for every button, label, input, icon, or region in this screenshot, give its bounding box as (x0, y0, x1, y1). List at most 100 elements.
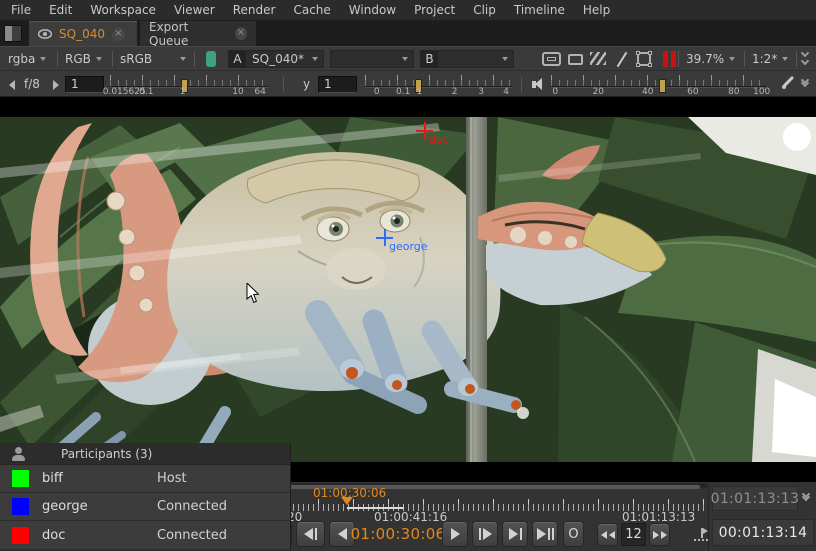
proxy-dropdown[interactable]: 1:2* (752, 47, 788, 71)
tick-label: 20 (593, 87, 604, 97)
fps-decrease-button[interactable] (597, 523, 618, 546)
menu-bar: File Edit Workspace Viewer Render Cache … (0, 0, 816, 21)
loop-mode-button[interactable]: O (563, 521, 584, 547)
divider (678, 51, 679, 67)
menu-item-project[interactable]: Project (405, 3, 464, 17)
mouse-cursor-icon (246, 283, 260, 304)
display-value: RGB (65, 52, 91, 66)
format-overlay-icon[interactable] (568, 52, 583, 65)
participant-name: george (42, 499, 157, 514)
pause-playback-icon[interactable] (663, 51, 676, 67)
menu-item-timeline[interactable]: Timeline (505, 3, 574, 17)
color-sampler-icon[interactable] (781, 76, 795, 90)
channels-dropdown[interactable]: rgba (8, 47, 46, 71)
menu-item-render[interactable]: Render (224, 3, 285, 17)
close-icon[interactable]: × (235, 27, 247, 40)
participant-row[interactable]: doc Connected (0, 521, 290, 550)
display-dropdown[interactable]: RGB (65, 47, 102, 71)
play-button[interactable] (442, 521, 468, 547)
tag-icon[interactable] (206, 51, 216, 67)
fps-value[interactable]: 12 (621, 523, 646, 546)
close-icon[interactable]: × (112, 28, 125, 41)
roi-icon[interactable] (637, 52, 651, 66)
tab-bar: SQ_040 × Export Queue × (0, 21, 816, 46)
menu-item-clip[interactable]: Clip (464, 3, 505, 17)
go-to-end-button[interactable] (532, 521, 558, 547)
fps-increase-button[interactable] (649, 523, 670, 546)
more-tools-chevron-icon[interactable] (802, 53, 808, 64)
tab-sq-040[interactable]: SQ_040 × (29, 21, 137, 46)
range-end-timecode: 01:01:13:13 (712, 486, 798, 511)
participant-row[interactable]: george Connected (0, 493, 290, 521)
tick-label: 100 (753, 87, 770, 97)
menu-item-window[interactable]: Window (340, 3, 405, 17)
tick-label: 64 (254, 87, 265, 97)
gamma-slider[interactable]: 0 0.1 1 2 3 4 (365, 75, 512, 96)
menu-item-help[interactable]: Help (574, 3, 619, 17)
divider (57, 51, 58, 67)
tab-label: Export Queue (149, 20, 228, 48)
tick-label: 0.1 (396, 87, 410, 97)
chevron-down-icon (729, 57, 735, 61)
input-b-selector[interactable]: B (420, 50, 514, 68)
current-timecode-field[interactable]: 01:00:30:06 (358, 521, 438, 547)
tab-export-queue[interactable]: Export Queue × (140, 21, 256, 46)
menu-item-edit[interactable]: Edit (40, 3, 81, 17)
gamma-input[interactable]: 1 (318, 76, 357, 93)
safe-area-icon[interactable] (542, 52, 561, 66)
menu-item-workspace[interactable]: Workspace (81, 3, 165, 17)
gain-decrease-icon[interactable] (9, 80, 15, 90)
person-icon (10, 447, 28, 461)
input-b-letter: B (421, 51, 438, 67)
viewer-canvas[interactable]: doc george (0, 97, 816, 482)
step-forward-button[interactable] (472, 521, 498, 547)
annotation-pen-icon[interactable] (615, 52, 629, 67)
colorspace-dropdown[interactable]: sRGB (120, 47, 186, 71)
tab-label: SQ_040 (59, 27, 105, 41)
participant-status: Connected (157, 499, 227, 514)
pane-menu-icon[interactable] (4, 25, 22, 42)
gain-slider[interactable]: 0.015625 0.1 1 10 64 (110, 75, 268, 96)
chevron-down-icon (96, 57, 102, 61)
tick-label: 1 (417, 87, 423, 97)
remote-cursor-doc: doc (416, 122, 433, 139)
layer-dropdown[interactable] (330, 50, 414, 68)
more-tools-chevron-icon[interactable] (802, 80, 808, 86)
gamma-slider-track (365, 86, 512, 88)
zoom-value: 39.7% (686, 52, 724, 66)
wipe-compare-icon[interactable] (590, 52, 606, 65)
tick-label: 2 (452, 87, 458, 97)
fstop-label: f/8 (24, 77, 40, 91)
menu-item-viewer[interactable]: Viewer (165, 3, 224, 17)
divider (521, 77, 522, 92)
volume-slider-handle[interactable] (659, 79, 666, 93)
participant-color-swatch (12, 498, 29, 515)
menu-item-file[interactable]: File (2, 3, 40, 17)
divider (796, 51, 797, 67)
gain-input[interactable]: 1 (65, 76, 104, 93)
zoom-dropdown[interactable]: 39.7% (686, 47, 735, 71)
colorspace-value: sRGB (120, 52, 152, 66)
menu-item-cache[interactable]: Cache (284, 3, 339, 17)
volume-slider[interactable]: 0 20 40 60 80 100 (551, 75, 766, 96)
viewer-toolbar: rgba RGB sRGB A SQ_040* B (0, 46, 816, 70)
chevron-down-icon (40, 57, 46, 61)
previous-frame-button[interactable] (296, 521, 325, 547)
cached-range-bar (347, 507, 404, 509)
participant-row[interactable]: biff Host (0, 465, 290, 493)
input-a-selector[interactable]: A SQ_040* (228, 50, 324, 68)
channels-value: rgba (8, 52, 35, 66)
next-frame-button[interactable] (502, 521, 528, 547)
tick-label: 0 (552, 87, 558, 97)
chevron-down-icon (402, 57, 408, 61)
speaker-icon[interactable] (532, 78, 542, 90)
playhead-marker[interactable] (341, 497, 353, 505)
tick-label: 0.1 (139, 87, 153, 97)
chevron-down-icon (782, 57, 788, 61)
duration-timecode-field[interactable]: 00:01:13:14 (712, 519, 814, 546)
timeline-marker-icon[interactable] (694, 528, 709, 541)
timeline-options-chevron-icon[interactable] (803, 494, 809, 500)
participant-status: Connected (157, 528, 227, 543)
gain-increase-icon[interactable] (53, 80, 59, 90)
tick-label: 40 (642, 87, 653, 97)
